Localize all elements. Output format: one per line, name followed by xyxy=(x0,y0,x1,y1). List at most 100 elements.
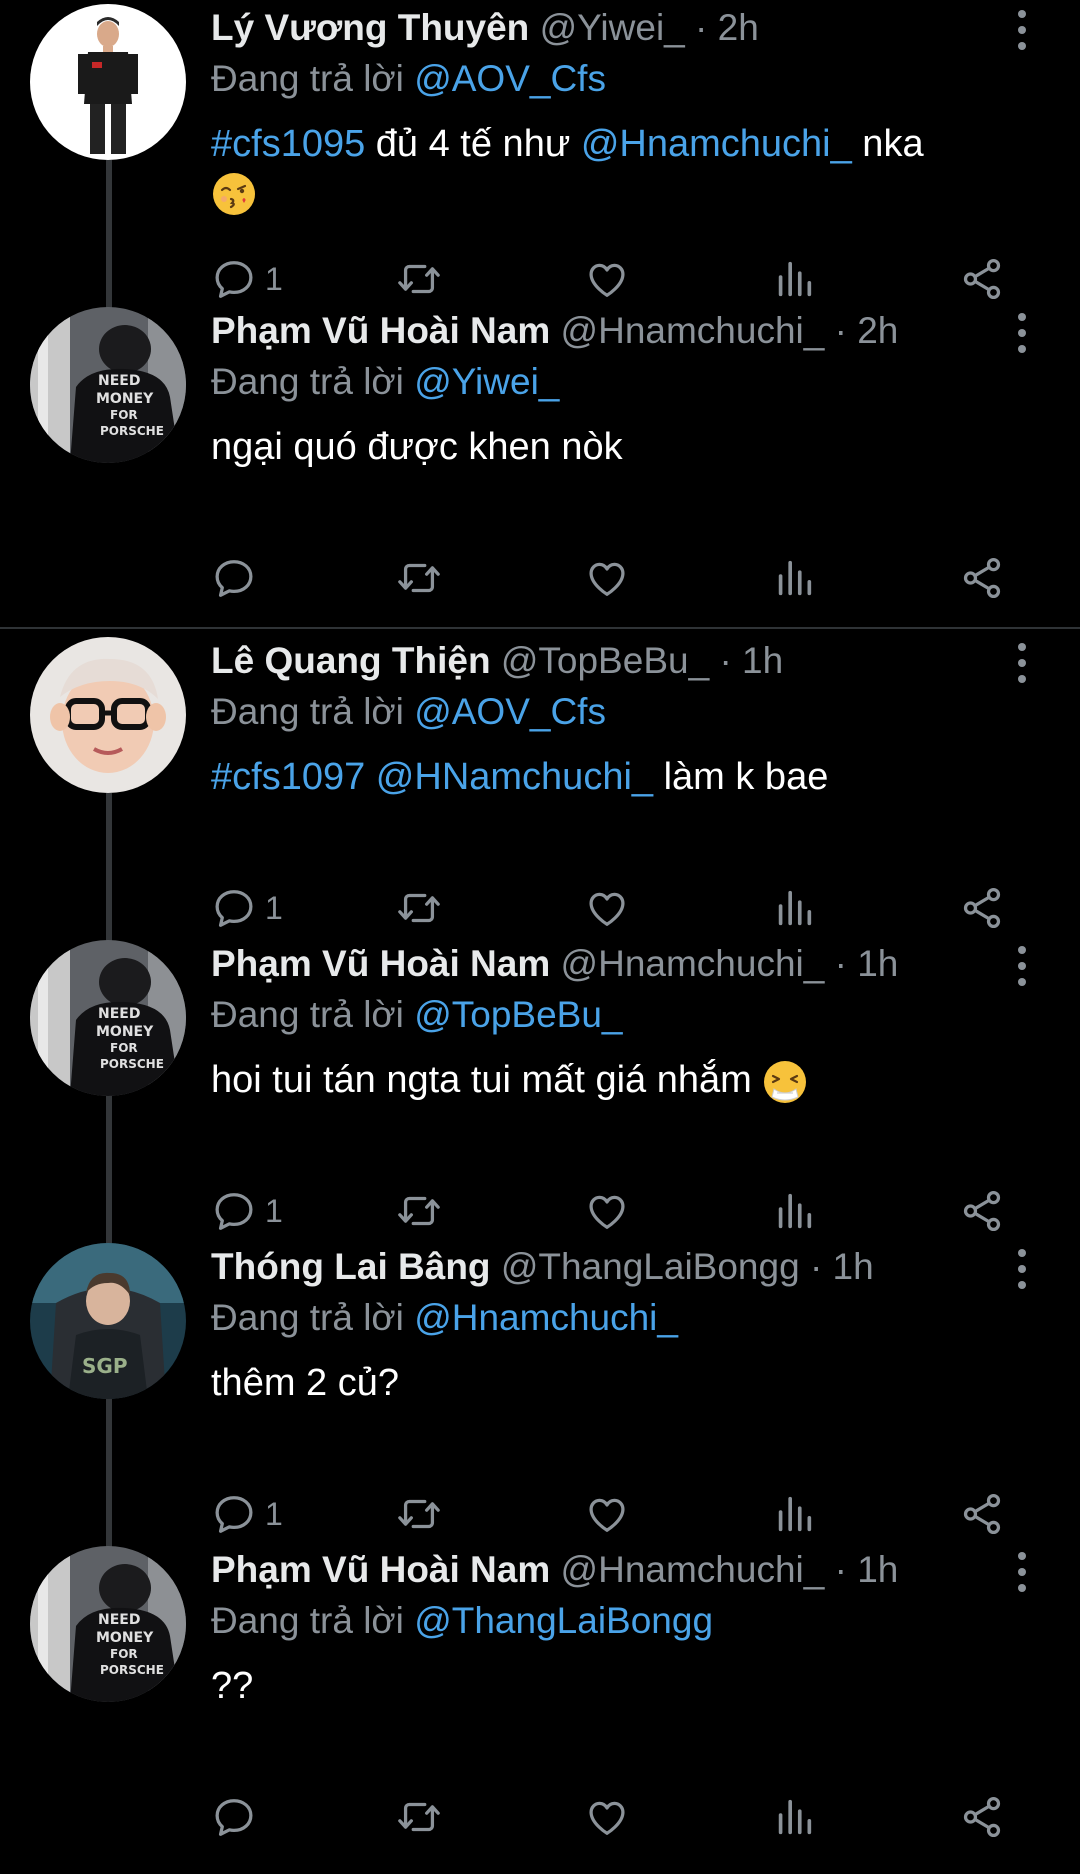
tweet-item[interactable]: Lê Quang Thiện @TopBeBu_ · 1h Đang trả l… xyxy=(0,633,1080,983)
reply-button[interactable] xyxy=(211,553,265,603)
display-name[interactable]: Phạm Vũ Hoài Nam xyxy=(211,943,550,984)
more-options-icon[interactable] xyxy=(1004,643,1040,683)
avatar[interactable] xyxy=(30,940,186,1096)
text-segment: ngại quó được khen nòk xyxy=(211,426,623,468)
mention-link[interactable]: @Hnamchuchi_ xyxy=(581,123,852,165)
timestamp[interactable]: 1h xyxy=(742,640,783,681)
tweet-actions xyxy=(211,553,1011,603)
separator-dot: · xyxy=(834,1549,847,1590)
tweet-item[interactable]: Lý Vương Thuyên @Yiwei_ · 2h Đang trả lờ… xyxy=(0,0,1080,350)
like-button[interactable] xyxy=(584,1489,630,1539)
views-button[interactable] xyxy=(771,1186,817,1236)
reply-button[interactable]: 1 xyxy=(211,1489,283,1539)
share-icon xyxy=(959,1794,1005,1840)
avatar[interactable] xyxy=(30,4,186,160)
mention-link[interactable]: @HNamchuchi_ xyxy=(376,756,653,798)
share-button[interactable] xyxy=(959,1186,1005,1236)
like-button[interactable] xyxy=(584,553,630,603)
like-button[interactable] xyxy=(584,1792,630,1842)
tweet-item[interactable]: Phạm Vũ Hoài Nam @Hnamchuchi_ · 2h Đang … xyxy=(0,303,1080,606)
retweet-button[interactable] xyxy=(396,883,442,933)
display-name[interactable]: Thóng Lai Bâng xyxy=(211,1246,491,1287)
share-icon xyxy=(959,256,1005,302)
replying-to: Đang trả lời @AOV_Cfs xyxy=(211,57,606,101)
replying-to: Đang trả lời @ThangLaiBongg xyxy=(211,1599,713,1643)
user-handle[interactable]: @Hnamchuchi_ xyxy=(561,1549,825,1590)
user-handle[interactable]: @ThangLaiBongg xyxy=(501,1246,800,1287)
reply-to-mention[interactable]: @TopBeBu_ xyxy=(414,994,622,1035)
timestamp[interactable]: 1h xyxy=(833,1246,874,1287)
text-segment: đủ 4 tế như xyxy=(365,123,581,165)
separator-dot: · xyxy=(719,640,732,681)
avatar[interactable] xyxy=(30,1243,186,1399)
like-button[interactable] xyxy=(584,883,630,933)
reply-to-mention[interactable]: @AOV_Cfs xyxy=(414,58,606,99)
retweet-button[interactable] xyxy=(396,1792,442,1842)
tweet-item[interactable]: Phạm Vũ Hoài Nam @Hnamchuchi_ · 1h Đang … xyxy=(0,936,1080,1246)
share-button[interactable] xyxy=(959,254,1005,304)
retweet-button[interactable] xyxy=(396,254,442,304)
tweet-text: ?? xyxy=(211,1662,1011,1710)
timestamp[interactable]: 2h xyxy=(857,310,898,351)
share-button[interactable] xyxy=(959,1489,1005,1539)
avatar[interactable] xyxy=(30,1546,186,1702)
user-handle[interactable]: @Hnamchuchi_ xyxy=(561,310,825,351)
views-button[interactable] xyxy=(771,1489,817,1539)
share-button[interactable] xyxy=(959,1792,1005,1842)
heart-icon xyxy=(584,1794,630,1840)
hashtag-link[interactable]: #cfs1097 xyxy=(211,756,365,798)
reply-to-mention[interactable]: @Yiwei_ xyxy=(414,361,559,402)
sneezing-face-emoji-icon xyxy=(762,1059,808,1105)
tweet-item[interactable]: Thóng Lai Bâng @ThangLaiBongg · 1h Đang … xyxy=(0,1239,1080,1549)
timestamp[interactable]: 1h xyxy=(857,943,898,984)
avatar[interactable] xyxy=(30,307,186,463)
display-name[interactable]: Lê Quang Thiện xyxy=(211,640,491,681)
retweet-icon xyxy=(396,555,442,601)
reply-to-mention[interactable]: @Hnamchuchi_ xyxy=(414,1297,678,1338)
reply-to-mention[interactable]: @AOV_Cfs xyxy=(414,691,606,732)
tweet-header: Phạm Vũ Hoài Nam @Hnamchuchi_ · 2h xyxy=(211,309,970,353)
tweet-text: hoi tui tán ngta tui mất giá nhắm xyxy=(211,1056,1011,1105)
views-button[interactable] xyxy=(771,254,817,304)
hashtag-link[interactable]: #cfs1095 xyxy=(211,123,365,165)
more-options-icon[interactable] xyxy=(1004,946,1040,986)
heart-icon xyxy=(584,256,630,302)
share-button[interactable] xyxy=(959,553,1005,603)
share-icon xyxy=(959,555,1005,601)
user-handle[interactable]: @Hnamchuchi_ xyxy=(561,943,825,984)
tweet-item[interactable]: Phạm Vũ Hoài Nam @Hnamchuchi_ · 1h Đang … xyxy=(0,1542,1080,1845)
timestamp[interactable]: 1h xyxy=(857,1549,898,1590)
reply-to-mention[interactable]: @ThangLaiBongg xyxy=(414,1600,713,1641)
like-button[interactable] xyxy=(584,254,630,304)
reply-button[interactable]: 1 xyxy=(211,883,283,933)
reply-count: 1 xyxy=(265,889,283,926)
retweet-button[interactable] xyxy=(396,1186,442,1236)
more-options-icon[interactable] xyxy=(1004,10,1040,50)
views-button[interactable] xyxy=(771,883,817,933)
more-options-icon[interactable] xyxy=(1004,313,1040,353)
display-name[interactable]: Phạm Vũ Hoài Nam xyxy=(211,310,550,351)
separator-dot: · xyxy=(809,1246,823,1287)
tweet-header: Phạm Vũ Hoài Nam @Hnamchuchi_ · 1h xyxy=(211,1548,970,1592)
avatar[interactable] xyxy=(30,637,186,793)
like-button[interactable] xyxy=(584,1186,630,1236)
retweet-button[interactable] xyxy=(396,1489,442,1539)
reply-button[interactable]: 1 xyxy=(211,254,283,304)
tweet-actions: 1 xyxy=(211,1186,1011,1236)
timestamp[interactable]: 2h xyxy=(718,7,759,48)
reply-button[interactable] xyxy=(211,1792,265,1842)
views-button[interactable] xyxy=(771,1792,817,1842)
display-name[interactable]: Lý Vương Thuyên xyxy=(211,7,529,48)
replying-to-label: Đang trả lời xyxy=(211,58,404,99)
display-name[interactable]: Phạm Vũ Hoài Nam xyxy=(211,1549,550,1590)
views-button[interactable] xyxy=(771,553,817,603)
retweet-button[interactable] xyxy=(396,553,442,603)
more-options-icon[interactable] xyxy=(1004,1249,1040,1289)
user-handle[interactable]: @TopBeBu_ xyxy=(501,640,709,681)
tweet-actions xyxy=(211,1792,1011,1842)
reply-button[interactable]: 1 xyxy=(211,1186,283,1236)
user-handle[interactable]: @Yiwei_ xyxy=(540,7,685,48)
more-options-icon[interactable] xyxy=(1004,1552,1040,1592)
replying-to-label: Đang trả lời xyxy=(211,1297,404,1338)
share-button[interactable] xyxy=(959,883,1005,933)
